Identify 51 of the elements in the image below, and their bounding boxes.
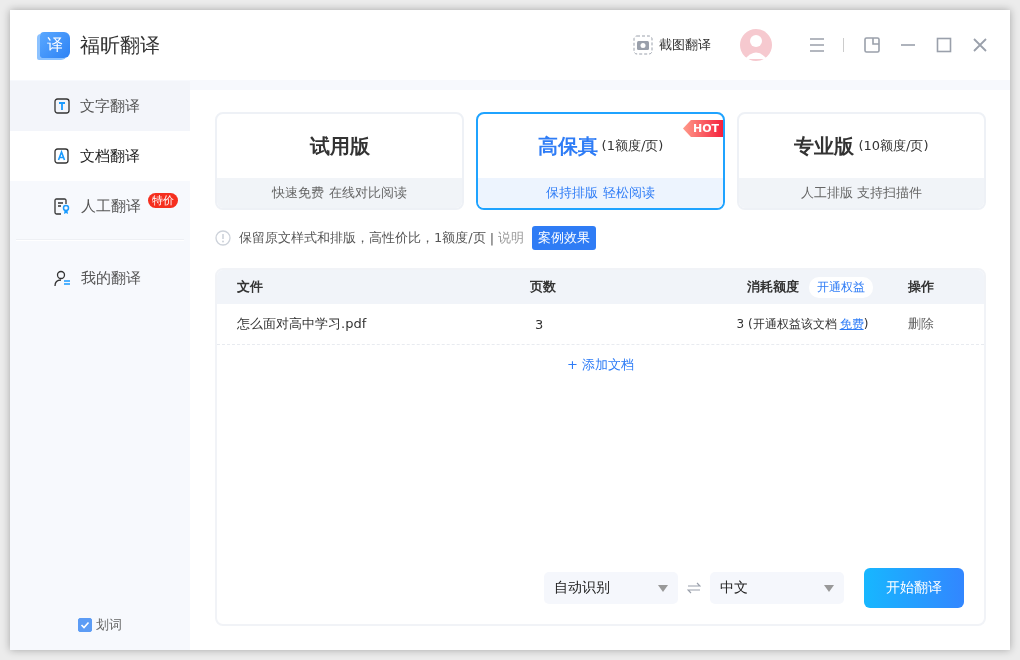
info-icon — [215, 230, 231, 246]
cost-cell-text: 3 (开通权益该文档 免费) — [735, 315, 870, 333]
sidebar-item[interactable]: 文档翻译 — [10, 131, 190, 181]
column-header: 页数 — [528, 278, 557, 296]
source-language-select[interactable]: 自动识别 — [544, 572, 678, 604]
sidebar-item[interactable]: 文字翻译 — [10, 81, 190, 131]
app-title: 福昕翻译 — [80, 31, 160, 59]
delete-link[interactable]: 删除 — [873, 315, 984, 333]
separator-text: | — [489, 230, 495, 246]
activate-benefits-button[interactable]: 开通权益 — [808, 276, 873, 298]
dropdown-icon — [824, 584, 834, 592]
case-examples-button[interactable]: 案例效果 — [532, 226, 597, 250]
plan-card[interactable]: 试用版 快速免费 在线对比阅读 — [215, 112, 464, 210]
user-icon — [54, 269, 71, 287]
avatar-icon[interactable] — [739, 28, 773, 62]
document-icon — [54, 148, 70, 164]
column-header: 消耗额度 — [746, 278, 799, 296]
close-icon[interactable] — [972, 37, 988, 53]
column-header: 文件 — [236, 278, 264, 296]
hot-badge: HOT — [682, 120, 723, 137]
maximize-icon[interactable] — [936, 37, 952, 53]
dropdown-icon — [658, 584, 668, 592]
plan-name: 专业版 — [794, 132, 855, 160]
mini-mode-icon[interactable] — [864, 37, 880, 53]
text-icon — [54, 98, 70, 114]
camera-icon — [633, 35, 653, 55]
info-text: 保留原文样式和排版，高性价比，1额度/页 — [239, 229, 486, 247]
sidebar-item[interactable]: 人工翻译 特价 — [10, 181, 190, 231]
plan-description: 人工排版 支持扫描件 — [739, 178, 984, 208]
plan-name: 高保真 — [537, 132, 598, 160]
logo: 译 — [40, 32, 70, 58]
check-icon — [79, 619, 91, 631]
file-name-cell-text: 怎么面对高中学习.pdf — [236, 315, 368, 333]
sidebar-item[interactable]: 我的翻译 — [10, 253, 190, 303]
screenshot-translate-button[interactable]: 截图翻译 — [631, 33, 713, 57]
menu-icon[interactable] — [809, 38, 825, 52]
target-language-select[interactable]: 中文 — [710, 572, 844, 604]
plan-description: 快速免费 在线对比阅读 — [217, 178, 462, 208]
swap-icon[interactable] — [687, 582, 701, 594]
page-count-cell-text: 3 — [534, 316, 545, 332]
plan-price: (1额度/页) — [601, 137, 664, 155]
discount-badge: 特价 — [148, 193, 178, 208]
column-header: 操作 — [906, 278, 935, 296]
plan-description: 保持排版 轻松阅读 — [478, 178, 723, 208]
plan-price: (10额度/页) — [858, 137, 929, 155]
certificate-icon — [54, 197, 71, 215]
word-pick-checkbox[interactable]: 划词 — [78, 616, 122, 634]
plan-name: 试用版 — [309, 132, 370, 160]
checkbox[interactable] — [78, 618, 92, 632]
add-document-link[interactable]: + 添加文档 — [567, 356, 634, 374]
free-link[interactable]: 免费 — [839, 315, 864, 333]
